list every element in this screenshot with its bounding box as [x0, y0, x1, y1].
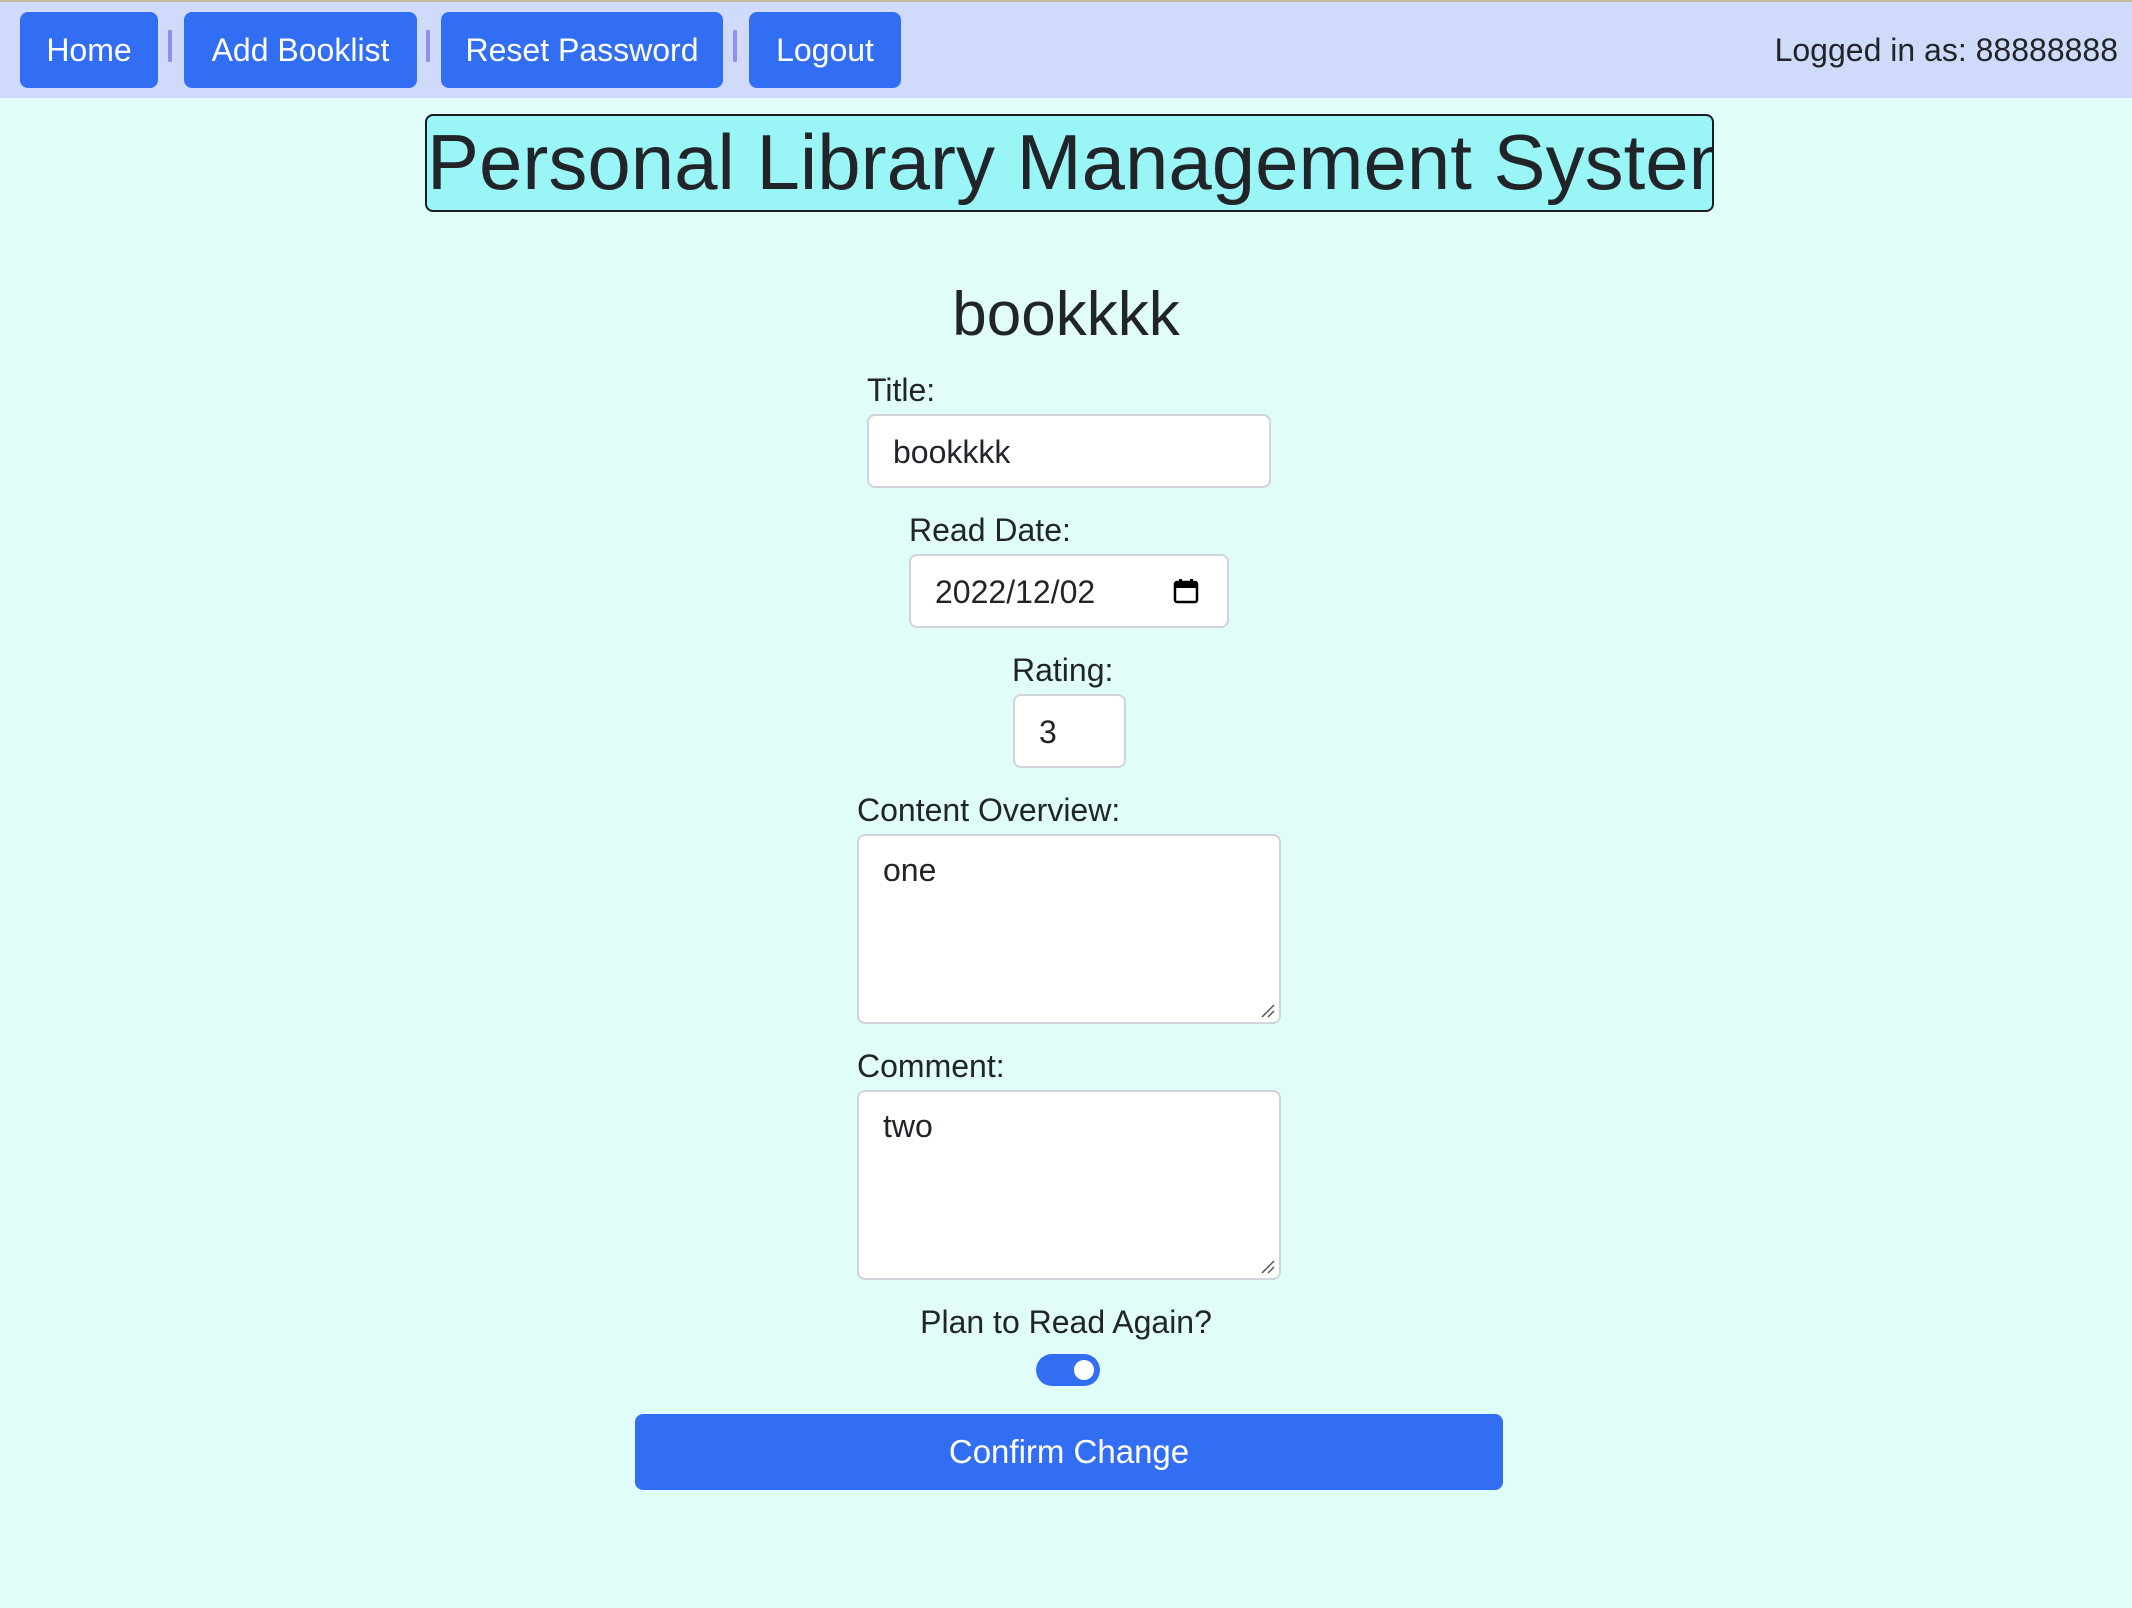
nav-separator — [426, 30, 430, 62]
resize-handle-icon[interactable] — [1259, 1002, 1275, 1018]
plan-to-read-again-label: Plan to Read Again? — [920, 1304, 1212, 1340]
page-title: Personal Library Management System — [425, 114, 1714, 212]
add-booklist-button[interactable]: Add Booklist — [184, 12, 417, 88]
logout-button[interactable]: Logout — [749, 12, 901, 88]
plan-to-read-again-toggle[interactable] — [1036, 1354, 1100, 1386]
comment-label: Comment: — [857, 1048, 1005, 1084]
toggle-knob — [1074, 1360, 1094, 1380]
title-label: Title: — [867, 372, 936, 408]
title-input-value: bookkkk — [893, 434, 1011, 470]
read-date-input-value: 2022/12/02 — [935, 574, 1096, 610]
calendar-icon[interactable] — [1173, 578, 1199, 604]
resize-handle-icon[interactable] — [1259, 1258, 1275, 1274]
reset-password-button[interactable]: Reset Password — [441, 12, 723, 88]
content-overview-textarea[interactable]: one — [857, 834, 1281, 1024]
confirm-change-button[interactable]: Confirm Change — [635, 1414, 1503, 1490]
content-overview-value: one — [883, 852, 937, 888]
content-overview-label: Content Overview: — [857, 792, 1121, 828]
book-heading: bookkkk — [952, 280, 1180, 349]
comment-value: two — [883, 1108, 933, 1144]
rating-label: Rating: — [1012, 652, 1114, 688]
top-navbar: Home Add Booklist Reset Password Logout … — [0, 0, 2132, 98]
read-date-input[interactable]: 2022/12/02 — [909, 554, 1229, 628]
title-input[interactable]: bookkkk — [867, 414, 1271, 488]
comment-textarea[interactable]: two — [857, 1090, 1281, 1280]
logged-in-user-text: Logged in as: 88888888 — [1774, 32, 2118, 68]
rating-input-value: 3 — [1039, 714, 1057, 750]
nav-separator — [168, 30, 172, 62]
nav-separator — [733, 30, 737, 62]
home-button[interactable]: Home — [20, 12, 158, 88]
rating-input[interactable]: 3 — [1013, 694, 1126, 768]
read-date-label: Read Date: — [909, 512, 1071, 548]
